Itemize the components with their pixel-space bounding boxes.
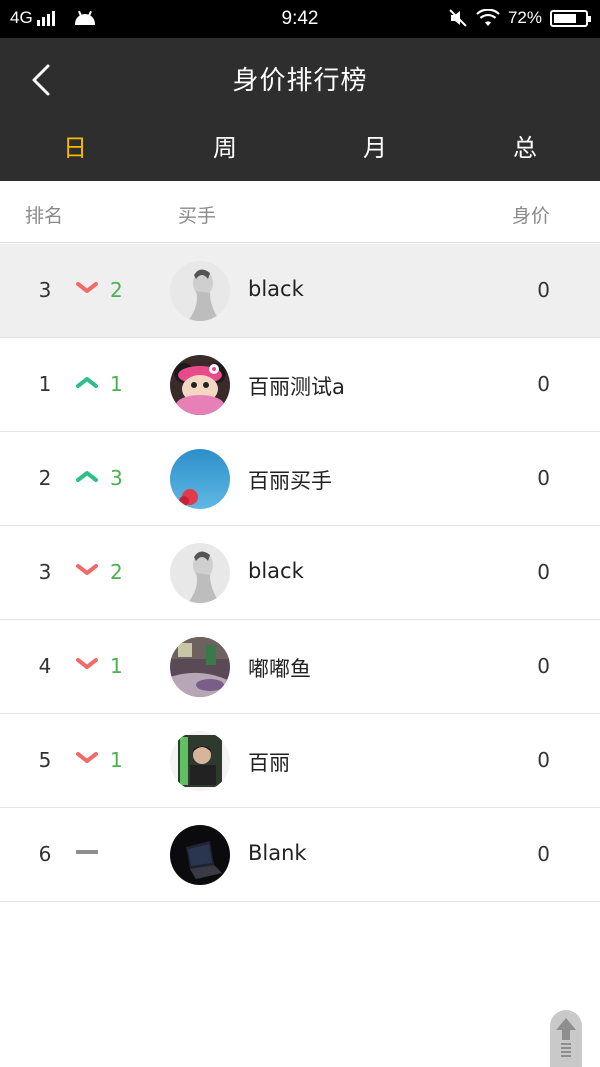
ranking-row[interactable]: 2 3 百丽买手 0	[0, 432, 600, 526]
ranking-row[interactable]: 5 1 百丽 0	[0, 714, 600, 808]
rank-number: 2	[38, 466, 52, 490]
trend-down-icon	[76, 750, 98, 766]
trend-down-icon	[76, 656, 98, 672]
value-amount: 0	[537, 560, 550, 584]
buyer-name[interactable]: 嘟嘟鱼	[248, 653, 311, 683]
rank-change: 2	[110, 278, 123, 302]
buyer-name[interactable]: 百丽测试a	[248, 371, 345, 401]
ranking-row[interactable]: 6 Blank 0	[0, 808, 600, 902]
battery-icon	[550, 9, 591, 27]
mute-icon	[449, 9, 467, 27]
avatar[interactable]	[170, 731, 230, 791]
value-amount: 0	[537, 748, 550, 772]
ranking-row[interactable]: 3 2 black 0	[0, 526, 600, 620]
rank-change: 1	[110, 654, 123, 678]
rank-change: 1	[110, 748, 123, 772]
value-amount: 0	[537, 372, 550, 396]
avatar[interactable]	[170, 449, 230, 509]
status-bar: 4G 9:42 72%	[0, 0, 600, 38]
avatar[interactable]	[170, 825, 230, 885]
scroll-to-top-icon[interactable]	[548, 1010, 584, 1067]
ranking-row[interactable]: 4 1 嘟嘟鱼 0	[0, 620, 600, 714]
tab-total[interactable]: 总	[495, 128, 555, 163]
column-header: 排名 买手 身价	[0, 181, 600, 243]
avatar[interactable]	[170, 543, 230, 603]
buyer-name[interactable]: 百丽买手	[248, 465, 332, 495]
rank-change: 1	[110, 372, 123, 396]
trend-up-icon	[76, 374, 98, 390]
avatar[interactable]	[170, 261, 230, 321]
wifi-icon	[476, 9, 500, 26]
column-buyer: 买手	[178, 205, 217, 227]
tab-day[interactable]: 日	[45, 128, 105, 163]
rank-number: 1	[38, 372, 52, 396]
rank-number: 3	[38, 278, 52, 302]
page-header: 身价排行榜 日 周 月 总	[0, 38, 600, 181]
avatar[interactable]	[170, 637, 230, 697]
rank-number: 4	[38, 654, 52, 678]
value-amount: 0	[537, 654, 550, 678]
value-amount: 0	[537, 842, 550, 866]
battery-percent: 72%	[507, 8, 542, 27]
buyer-name[interactable]: 百丽	[248, 747, 290, 777]
value-amount: 0	[537, 278, 550, 302]
value-amount: 0	[537, 466, 550, 490]
rank-change: 2	[110, 560, 123, 584]
buyer-name[interactable]: Blank	[248, 841, 307, 865]
avatar[interactable]	[170, 355, 230, 415]
column-rank: 排名	[25, 205, 64, 227]
ranking-list: 3 2 black 0 1 1 百丽测试a 0 2 3 百丽买手 0 3 2 black 0 4 1 嘟嘟鱼 0 5 1 百…	[0, 244, 600, 902]
my-rank-row[interactable]: 3 2 black 0	[0, 244, 600, 338]
rank-number: 5	[38, 748, 52, 772]
ranking-row[interactable]: 1 1 百丽测试a 0	[0, 338, 600, 432]
trend-down-icon	[76, 280, 98, 296]
column-value: 身价	[511, 205, 550, 227]
buyer-name[interactable]: black	[248, 277, 304, 301]
rank-change: 3	[110, 466, 123, 490]
rank-number: 3	[38, 560, 52, 584]
trend-up-icon	[76, 468, 98, 484]
tab-month[interactable]: 月	[345, 128, 405, 163]
period-tabs: 日 周 月 总	[0, 128, 600, 168]
page-title: 身价排行榜	[232, 66, 368, 96]
trend-down-icon	[76, 562, 98, 578]
rank-number: 6	[38, 842, 52, 866]
status-right: 72%	[448, 8, 591, 28]
tab-week[interactable]: 周	[195, 128, 255, 163]
buyer-name[interactable]: black	[248, 559, 304, 583]
trend-flat-icon	[76, 844, 98, 860]
